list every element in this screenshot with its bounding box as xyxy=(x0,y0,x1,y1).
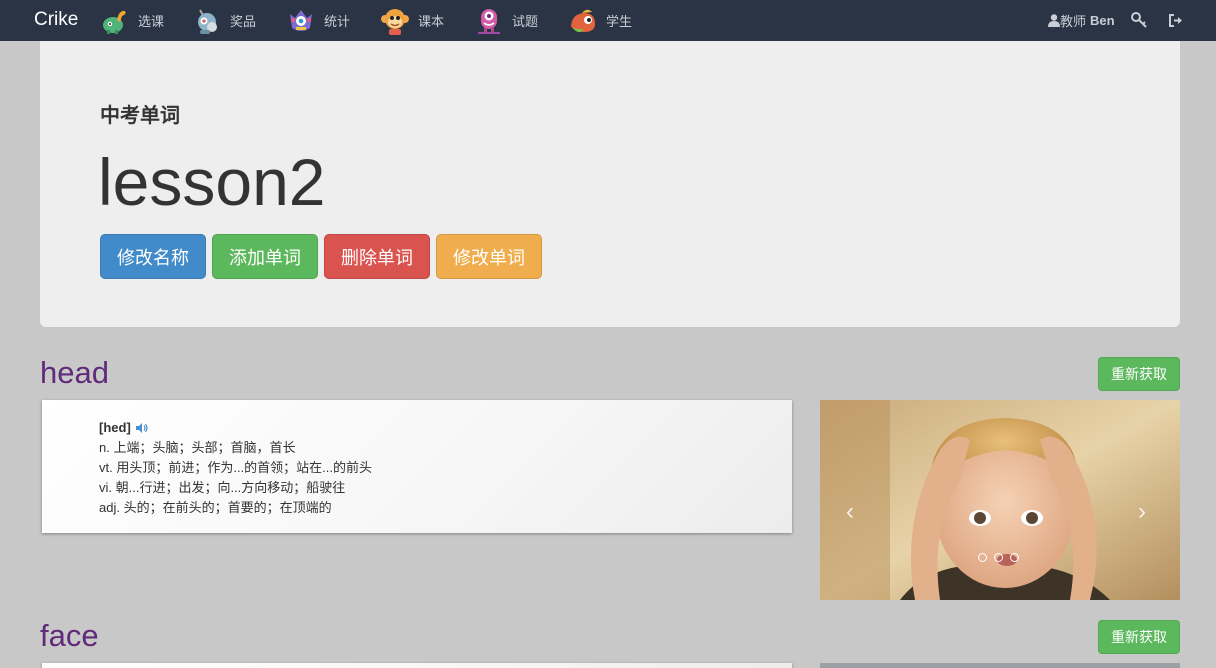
carousel-next-icon[interactable]: › xyxy=(1138,498,1146,526)
nav-label-courses: 选课 xyxy=(138,14,165,29)
carousel-indicator[interactable] xyxy=(994,553,1003,562)
monkey-icon xyxy=(381,8,409,35)
delete-word-button[interactable]: 删除单词 xyxy=(324,234,430,279)
word-title: face xyxy=(40,618,99,653)
nav-item-prizes[interactable]: 奖品 xyxy=(192,0,256,41)
logout-icon[interactable] xyxy=(1168,13,1184,28)
user-name: Ben xyxy=(1090,13,1115,28)
child-photo xyxy=(820,400,1180,600)
nav-item-students[interactable]: 学生 xyxy=(568,0,632,41)
definition-line: vt. 用头顶；前进；作为...的首领；站在...的前头 xyxy=(99,460,373,475)
nav-label-prizes: 奖品 xyxy=(230,14,257,29)
nav-label-students: 学生 xyxy=(606,14,633,29)
nav-label-exams: 试题 xyxy=(512,14,539,29)
phonetic-line: [hed] xyxy=(99,418,149,438)
user-menu[interactable]: 教师 Ben xyxy=(1048,0,1115,41)
nav-label-textbooks: 课本 xyxy=(418,14,445,29)
add-word-button[interactable]: 添加单词 xyxy=(212,234,318,279)
top-navbar: Crike 选课 奖品 统计 课本 试题 学生 教师 Ben xyxy=(0,0,1216,41)
rename-button[interactable]: 修改名称 xyxy=(100,234,206,279)
phonetic: [hed] xyxy=(99,420,131,435)
definition-line: n. 上端；头脑；头部；首脑，首长 xyxy=(99,440,296,455)
carousel-indicator[interactable] xyxy=(1010,553,1019,562)
image-carousel[interactable] xyxy=(820,663,1180,668)
edit-word-button[interactable]: 修改单词 xyxy=(436,234,542,279)
brand-logo[interactable]: Crike xyxy=(34,9,78,31)
pink-monster-icon xyxy=(478,8,500,34)
refresh-button[interactable]: 重新获取 xyxy=(1098,620,1180,654)
nav-item-exams[interactable]: 试题 xyxy=(474,0,538,41)
speaker-icon[interactable] xyxy=(135,422,149,434)
definition-card: [hed] n. 上端；头脑；头部；首脑，首长 vt. 用头顶；前进；作为...… xyxy=(42,400,792,533)
lesson-header: 中考单词 lesson2 修改名称 添加单词 删除单词 修改单词 xyxy=(40,41,1180,327)
lesson-title: lesson2 xyxy=(98,145,326,219)
key-icon[interactable] xyxy=(1131,12,1147,28)
nav-item-stats[interactable]: 统计 xyxy=(286,0,350,41)
definition-card xyxy=(42,663,792,668)
refresh-button[interactable]: 重新获取 xyxy=(1098,357,1180,391)
robot-icon xyxy=(198,8,217,34)
image-carousel[interactable]: ‹ › xyxy=(820,400,1180,600)
dinosaur-icon xyxy=(103,10,126,34)
nav-item-courses[interactable]: 选课 xyxy=(100,0,164,41)
carousel-indicator[interactable] xyxy=(978,553,987,562)
user-icon xyxy=(1048,14,1060,27)
definition-line: vi. 朝...行进；出发；向...方向移动；船驶往 xyxy=(99,480,346,495)
carousel-prev-icon[interactable]: ‹ xyxy=(846,498,854,526)
user-role: 教师 xyxy=(1060,14,1087,29)
nav-label-stats: 统计 xyxy=(324,14,351,29)
course-subtitle: 中考单词 xyxy=(100,105,180,127)
monster-icon xyxy=(290,9,312,31)
definition-line: adj. 头的；在前头的；首要的；在顶端的 xyxy=(99,500,332,515)
nav-item-textbooks[interactable]: 课本 xyxy=(380,0,444,41)
word-title: head xyxy=(40,355,109,390)
chameleon-icon xyxy=(571,9,595,32)
